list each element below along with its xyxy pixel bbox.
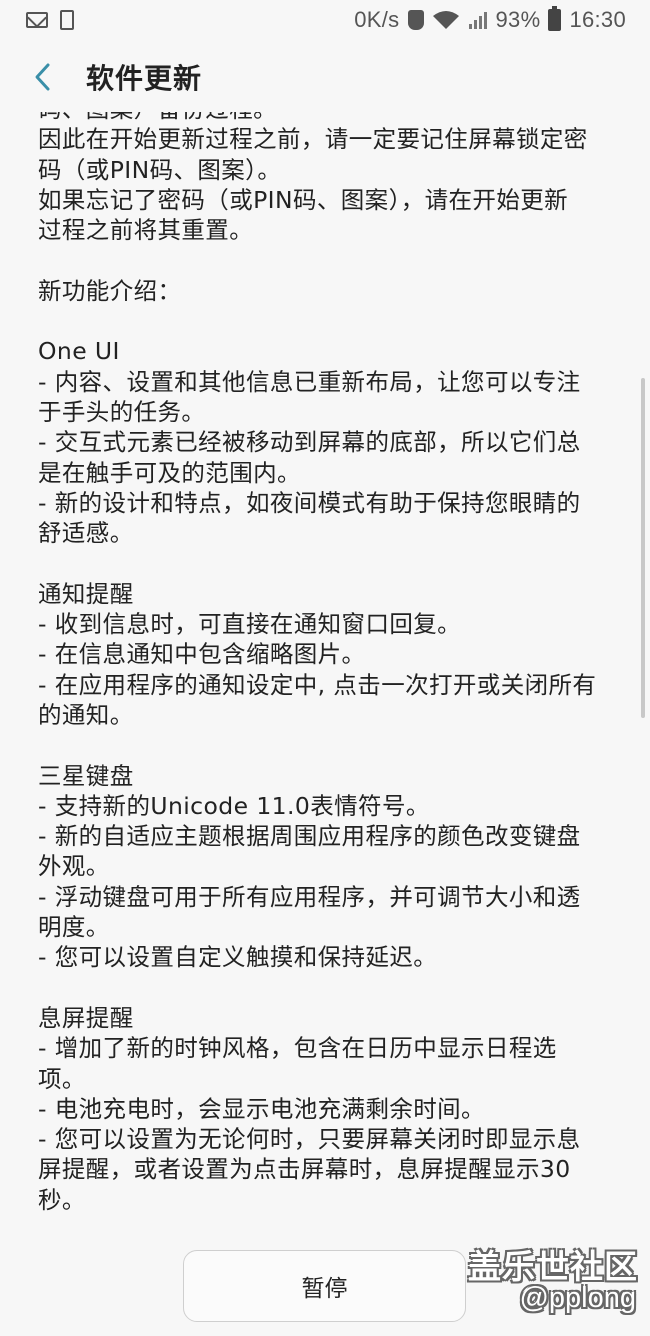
note-line: 屏提醒，或者设置为点击屏幕时，息屏提醒显示30	[38, 1155, 571, 1184]
note-line: - 内容、设置和其他信息已重新布局，让您可以专注	[38, 367, 581, 396]
shield-icon	[407, 10, 424, 30]
note-line: 于手头的任务。	[38, 397, 206, 426]
release-notes[interactable]: 码、图案）备份过程。因此在开始更新过程之前，请一定要记住屏幕锁定密码（或PIN码…	[0, 112, 650, 1232]
phone-icon	[60, 10, 74, 30]
note-line: - 您可以设置自定义触摸和保持延迟。	[38, 943, 438, 972]
screen: 0K/s 93% 16:30 软件更新 因此在开始更新过程之前，请一定要记住屏幕…	[0, 0, 650, 1336]
network-speed: 0K/s	[354, 7, 400, 32]
signal-icon	[468, 10, 488, 30]
page-title: 软件更新	[86, 62, 203, 95]
note-line: 三星键盘	[38, 761, 134, 790]
note-line: - 新的自适应主题根据周围应用程序的颜色改变键盘	[38, 822, 581, 851]
note-line: 新功能介绍：	[38, 276, 182, 305]
note-line: - 在信息通知中包含缩略图片。	[38, 640, 366, 669]
note-line: One UI	[38, 337, 120, 366]
release-notes-body: 码、图案）备份过程。因此在开始更新过程之前，请一定要记住屏幕锁定密码（或PIN码…	[38, 112, 622, 1215]
battery-percent: 93%	[495, 7, 541, 32]
watermark-handle: @pplong	[519, 1282, 636, 1314]
note-line: - 电池充电时，会显示电池充满剩余时间。	[38, 1094, 485, 1123]
note-line: 秒。	[38, 1185, 86, 1214]
note-line: 的通知。	[38, 700, 134, 729]
note-line: 息屏提醒	[38, 1003, 134, 1032]
mail-icon	[26, 12, 48, 28]
back-button[interactable]	[0, 40, 86, 114]
watermark-title: 盖乐世社区	[468, 1247, 638, 1286]
note-line: - 在应用程序的通知设定中, 点击一次打开或关闭所有	[38, 670, 597, 699]
status-bar: 0K/s 93% 16:30	[0, 0, 650, 40]
clock: 16:30	[569, 7, 626, 32]
note-line: 如果忘记了密码（或PIN码、图案），请在开始更新	[38, 185, 569, 214]
status-bar-right: 0K/s 93% 16:30	[354, 6, 626, 33]
note-line: 明度。	[38, 913, 110, 942]
pause-button[interactable]: 暂停	[183, 1250, 466, 1322]
note-line: - 支持新的Unicode 11.0表情符号。	[38, 791, 430, 820]
note-line: 因此在开始更新过程之前，请一定要记住屏幕锁定密	[38, 125, 588, 154]
note-line: 过程之前将其重置。	[38, 216, 254, 245]
note-line: 是在触手可及的范围内。	[38, 458, 301, 487]
bottom-bar: 暂停 盖乐世社区 @pplong	[0, 1232, 650, 1336]
note-line: - 收到信息时，可直接在通知窗口回复。	[38, 610, 462, 639]
note-line: - 交互式元素已经被移动到屏幕的底部，所以它们总	[38, 428, 581, 457]
note-line: 码、图案）备份过程。	[38, 112, 622, 124]
note-line: 外观。	[38, 852, 110, 881]
wifi-icon	[432, 10, 460, 30]
note-line: - 增加了新的时钟风格，包含在日历中显示日程选	[38, 1034, 557, 1063]
note-line: - 浮动键盘可用于所有应用程序，并可调节大小和透	[38, 882, 581, 911]
scrollbar[interactable]	[641, 378, 645, 718]
note-line: 码（或PIN码、图案）。	[38, 155, 282, 184]
note-line: - 您可以设置为无论何时，只要屏幕关闭时即显示息	[38, 1125, 581, 1154]
note-line: 通知提醒	[38, 579, 134, 608]
battery-icon	[548, 6, 562, 31]
note-line: 舒适感。	[38, 519, 134, 548]
app-bar: 软件更新	[0, 40, 650, 114]
note-line: - 新的设计和特点，如夜间模式有助于保持您眼睛的	[38, 488, 581, 517]
note-line: 项。	[38, 1064, 86, 1093]
status-bar-left	[26, 10, 74, 30]
chevron-left-icon	[35, 63, 50, 91]
